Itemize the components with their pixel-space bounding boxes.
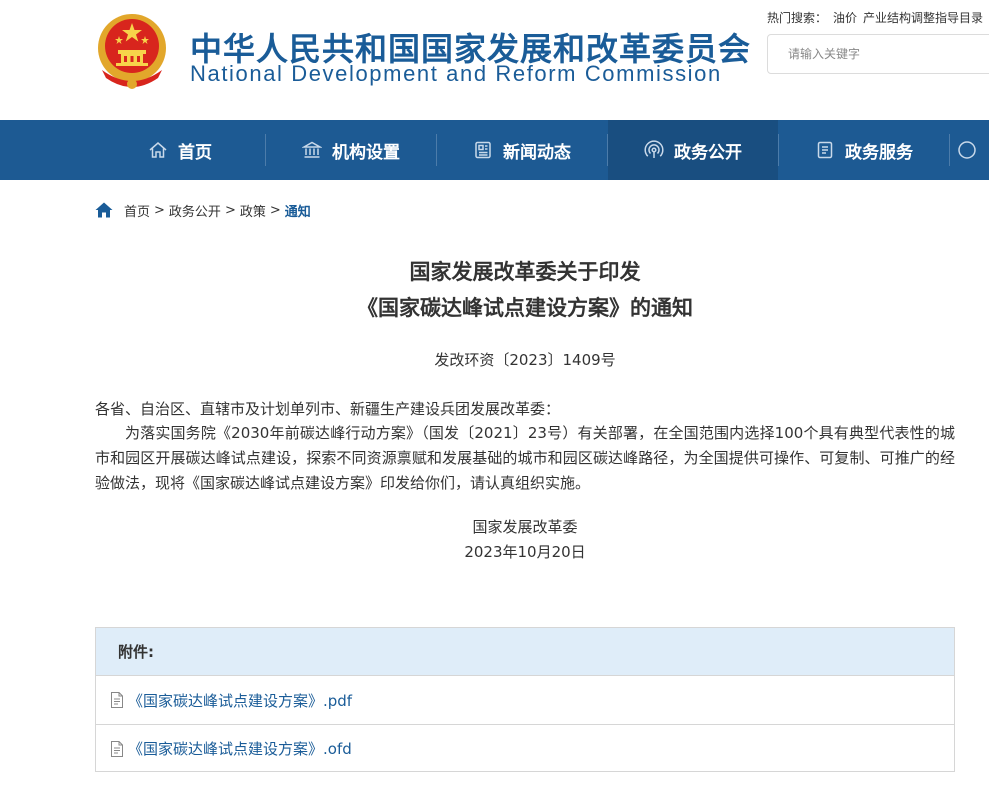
nav-item-news[interactable]: 新闻动态	[437, 120, 607, 180]
nav-item-label: 政务服务	[845, 142, 913, 163]
article-date: 2023年10月20日	[464, 543, 586, 561]
nav-divider	[949, 134, 950, 166]
file-icon	[111, 740, 123, 757]
article-title-line1: 国家发展改革委关于印发	[409, 260, 641, 284]
hot-search-item[interactable]: 油价	[833, 11, 857, 25]
attachments-header: 附件:	[96, 628, 954, 676]
breadcrumb-home-icon[interactable]	[95, 202, 113, 218]
nav-item-home[interactable]: 首页	[95, 120, 265, 180]
search-box	[767, 34, 989, 74]
article-title-line2: 《国家碳达峰试点建设方案》的通知	[357, 296, 693, 320]
breadcrumb: 首页 > 政务公开 > 政策 > 通知	[95, 201, 311, 220]
attachment-link-pdf[interactable]: 《国家碳达峰试点建设方案》.pdf	[128, 690, 352, 711]
nav-item-label: 首页	[178, 142, 212, 163]
breadcrumb-link-home[interactable]: 首页	[124, 201, 150, 220]
nav-item-institution[interactable]: 机构设置	[266, 120, 436, 180]
breadcrumb-link-gov-affairs[interactable]: 政务公开	[169, 201, 221, 220]
hot-search-label: 热门搜索：	[767, 11, 828, 25]
national-emblem-icon[interactable]	[94, 12, 170, 94]
attachment-item[interactable]: 《国家碳达峰试点建设方案》.pdf	[96, 676, 954, 724]
nav-item-label: 政务公开	[674, 142, 742, 163]
nav-item-label: 机构设置	[332, 142, 400, 163]
article-body: 为落实国务院《2030年前碳达峰行动方案》（国发〔2021〕23号）有关部署，在…	[95, 424, 955, 492]
article-signature: 国家发展改革委	[472, 518, 578, 536]
site-title-en[interactable]: National Development and Reform Commissi…	[190, 61, 722, 87]
breadcrumb-separator: >	[154, 202, 165, 218]
article-addressee: 各省、自治区、直辖市及计划单列市、新疆生产建设兵团发展改革委：	[95, 400, 561, 418]
hot-search-item[interactable]: 产业结构调整指导目录	[863, 11, 983, 25]
news-icon	[475, 141, 491, 159]
attachment-item[interactable]: 《国家碳达峰试点建设方案》.ofd	[96, 724, 954, 772]
broadcast-icon	[644, 140, 664, 158]
attachment-link-ofd[interactable]: 《国家碳达峰试点建设方案》.ofd	[128, 738, 352, 759]
attachments-panel: 附件: 《国家碳达峰试点建设方案》.pdf 《国家碳达峰试点建设方案》.ofd	[95, 627, 955, 772]
home-icon	[149, 142, 167, 158]
main-nav: 首页 机构设置 新闻动态 政务公开 政务服务	[0, 120, 989, 180]
breadcrumb-link-policy[interactable]: 政策	[240, 201, 266, 220]
document-icon	[817, 141, 833, 159]
document-number: 发改环资〔2023〕1409号	[434, 351, 616, 369]
nav-item-label: 新闻动态	[503, 142, 571, 163]
nav-item-gov-affairs[interactable]: 政务公开	[608, 120, 778, 180]
nav-item-gov-services[interactable]: 政务服务	[779, 120, 949, 180]
breadcrumb-current[interactable]: 通知	[285, 201, 311, 220]
site-header: 中华人民共和国国家发展和改革委员会 National Development a…	[0, 0, 989, 120]
breadcrumb-separator: >	[224, 202, 236, 218]
institution-icon	[302, 141, 322, 158]
file-icon	[111, 692, 123, 708]
hot-search: 热门搜索： 油价 产业结构调整指导目录	[767, 9, 989, 26]
breadcrumb-separator: >	[269, 202, 281, 218]
search-input[interactable]	[768, 35, 968, 73]
nav-next-icon[interactable]	[957, 140, 977, 160]
